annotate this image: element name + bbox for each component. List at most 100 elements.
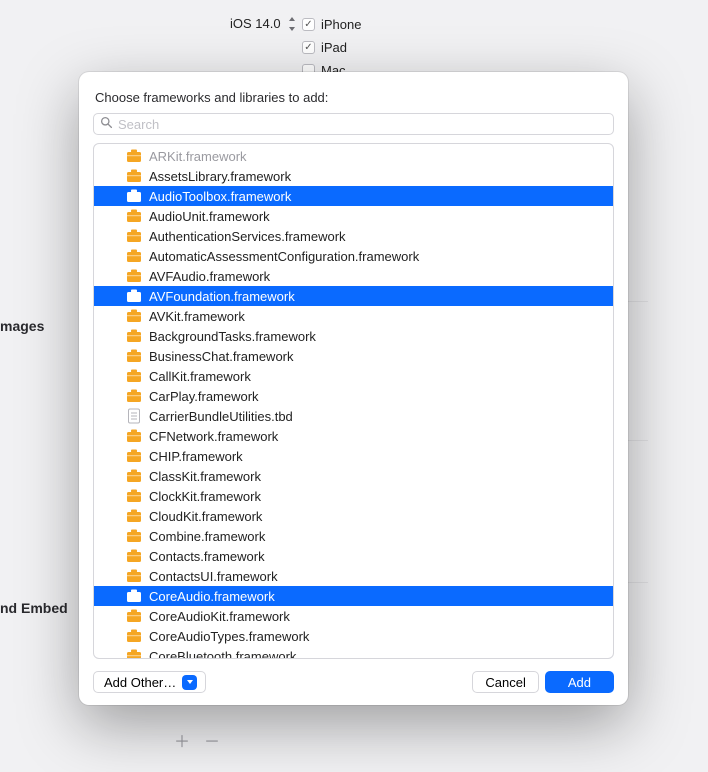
framework-row[interactable]: CoreAudioKit.framework [94,606,613,626]
framework-label: CHIP.framework [149,449,243,464]
add-other-label: Add Other… [104,675,176,690]
framework-icon [126,429,142,443]
device-checkbox-ipad[interactable] [302,41,315,54]
framework-row[interactable]: ClassKit.framework [94,466,613,486]
framework-row[interactable]: AutomaticAssessmentConfiguration.framewo… [94,246,613,266]
framework-icon [126,389,142,403]
device-label: iPhone [321,17,361,32]
framework-icon [126,549,142,563]
framework-label: AudioUnit.framework [149,209,270,224]
framework-row[interactable]: CoreAudioTypes.framework [94,626,613,646]
framework-icon [126,489,142,503]
framework-row[interactable]: AVKit.framework [94,306,613,326]
framework-icon [126,229,142,243]
framework-icon [126,449,142,463]
framework-row[interactable]: CallKit.framework [94,366,613,386]
sheet-title: Choose frameworks and libraries to add: [95,90,612,105]
remove-icon[interactable]: － [204,728,220,752]
framework-label: ClassKit.framework [149,469,261,484]
framework-row[interactable]: ARKit.framework [94,146,613,166]
framework-label: AVKit.framework [149,309,245,324]
framework-icon [126,329,142,343]
framework-label: AudioToolbox.framework [149,189,291,204]
framework-icon [126,149,142,163]
device-label: iPad [321,40,347,55]
framework-row[interactable]: ClockKit.framework [94,486,613,506]
framework-icon [126,189,142,203]
framework-label: CoreBluetooth.framework [149,649,296,659]
framework-icon [126,609,142,623]
framework-label: AutomaticAssessmentConfiguration.framewo… [149,249,419,264]
framework-icon [126,509,142,523]
framework-icon [126,269,142,283]
framework-row[interactable]: AssetsLibrary.framework [94,166,613,186]
framework-row[interactable]: CoreAudio.framework [94,586,613,606]
framework-row[interactable]: AudioToolbox.framework [94,186,613,206]
framework-label: ARKit.framework [149,149,247,164]
cancel-button[interactable]: Cancel [472,671,538,693]
framework-icon [126,649,142,658]
framework-icon [126,529,142,543]
framework-label: AVFoundation.framework [149,289,295,304]
framework-list: ARKit.framework AssetsLibrary.framework … [93,143,614,659]
framework-label: CloudKit.framework [149,509,262,524]
section-label-embed: nd Embed [0,600,68,616]
section-label-images: mages [0,318,44,334]
framework-label: CallKit.framework [149,369,251,384]
framework-label: ClockKit.framework [149,489,261,504]
framework-row[interactable]: BusinessChat.framework [94,346,613,366]
framework-list-scroll[interactable]: ARKit.framework AssetsLibrary.framework … [94,144,613,658]
chevron-down-icon [182,675,197,690]
framework-row[interactable]: AVFoundation.framework [94,286,613,306]
framework-row[interactable]: CFNetwork.framework [94,426,613,446]
framework-row[interactable]: CarrierBundleUtilities.tbd [94,406,613,426]
framework-label: ContactsUI.framework [149,569,278,584]
framework-icon [126,209,142,223]
framework-label: BusinessChat.framework [149,349,294,364]
framework-row[interactable]: AudioUnit.framework [94,206,613,226]
framework-row[interactable]: Contacts.framework [94,546,613,566]
framework-row[interactable]: ContactsUI.framework [94,566,613,586]
document-icon [126,409,142,423]
add-button[interactable]: Add [545,671,614,693]
framework-label: BackgroundTasks.framework [149,329,316,344]
framework-row[interactable]: CloudKit.framework [94,506,613,526]
framework-icon [126,469,142,483]
framework-label: CarPlay.framework [149,389,259,404]
framework-icon [126,249,142,263]
search-field-wrap [93,113,614,135]
framework-row[interactable]: AVFAudio.framework [94,266,613,286]
deployment-target-stepper[interactable] [287,17,297,31]
framework-label: AVFAudio.framework [149,269,270,284]
framework-label: CoreAudioKit.framework [149,609,290,624]
framework-icon [126,589,142,603]
framework-row[interactable]: CHIP.framework [94,446,613,466]
framework-label: CoreAudioTypes.framework [149,629,309,644]
framework-label: AssetsLibrary.framework [149,169,291,184]
add-framework-sheet: Choose frameworks and libraries to add: … [79,72,628,705]
framework-icon [126,349,142,363]
framework-label: Combine.framework [149,529,265,544]
framework-icon [126,369,142,383]
framework-row[interactable]: CoreBluetooth.framework [94,646,613,658]
framework-label: CarrierBundleUtilities.tbd [149,409,293,424]
search-input[interactable] [93,113,614,135]
device-checkbox-iphone[interactable] [302,18,315,31]
framework-label: CFNetwork.framework [149,429,278,444]
framework-icon [126,569,142,583]
framework-row[interactable]: Combine.framework [94,526,613,546]
framework-row[interactable]: CarPlay.framework [94,386,613,406]
add-other-button[interactable]: Add Other… [93,671,206,693]
framework-label: AuthenticationServices.framework [149,229,346,244]
framework-label: Contacts.framework [149,549,265,564]
framework-row[interactable]: BackgroundTasks.framework [94,326,613,346]
framework-icon [126,309,142,323]
framework-icon [126,289,142,303]
framework-icon [126,169,142,183]
add-icon[interactable]: ＋ [174,728,190,752]
framework-row[interactable]: AuthenticationServices.framework [94,226,613,246]
framework-label: CoreAudio.framework [149,589,275,604]
deployment-target-value[interactable]: iOS 14.0 [230,16,281,31]
sheet-footer: Add Other… Cancel Add [93,671,614,693]
framework-icon [126,629,142,643]
